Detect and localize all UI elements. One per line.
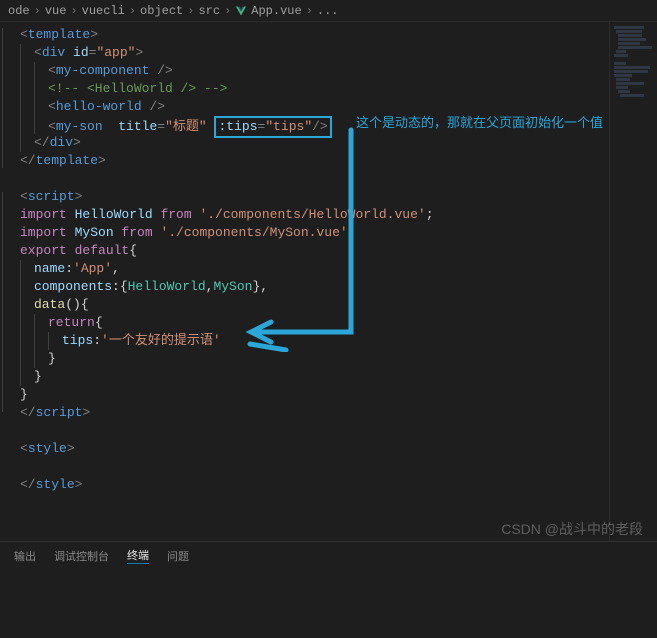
code-line[interactable]: <!-- <HelloWorld /> --> xyxy=(20,80,609,98)
breadcrumb-item[interactable]: vuecli xyxy=(82,4,125,18)
minimap[interactable] xyxy=(609,22,657,541)
code-line[interactable]: tips:'一个友好的提示语' xyxy=(20,332,609,350)
code-line[interactable]: <my-component /> xyxy=(20,62,609,80)
code-line[interactable]: export default{ xyxy=(20,242,609,260)
code-line[interactable]: <template> xyxy=(20,26,609,44)
code-line[interactable]: import HelloWorld from './components/Hel… xyxy=(20,206,609,224)
code-line[interactable]: </script> xyxy=(20,404,609,422)
code-line[interactable]: } xyxy=(20,350,609,368)
code-editor[interactable]: <template><div id="app"><my-component />… xyxy=(6,22,609,541)
panel-tab-output[interactable]: 输出 xyxy=(14,548,36,564)
annotation-text: 这个是动态的，那就在父页面初始化一个值 xyxy=(356,114,603,132)
code-line[interactable]: } xyxy=(20,368,609,386)
code-line[interactable]: <script> xyxy=(20,188,609,206)
panel-tab-problems[interactable]: 问题 xyxy=(167,548,189,564)
breadcrumb-item[interactable]: src xyxy=(198,4,220,18)
breadcrumb-item[interactable]: ode xyxy=(8,4,30,18)
panel-tab-terminal[interactable]: 终端 xyxy=(127,547,149,564)
code-line[interactable]: name:'App', xyxy=(20,260,609,278)
panel-tab-debug[interactable]: 调试控制台 xyxy=(54,548,109,564)
breadcrumb[interactable]: ode› vue› vuecli› object› src› App.vue› … xyxy=(0,0,657,22)
code-line[interactable] xyxy=(20,458,609,476)
code-line[interactable]: import MySon from './components/MySon.vu… xyxy=(20,224,609,242)
code-line[interactable] xyxy=(20,170,609,188)
code-line[interactable]: <style> xyxy=(20,440,609,458)
code-line[interactable]: return{ xyxy=(20,314,609,332)
code-line[interactable]: </style> xyxy=(20,476,609,494)
code-line[interactable]: } xyxy=(20,386,609,404)
code-line[interactable] xyxy=(20,494,609,512)
code-line[interactable]: </template> xyxy=(20,152,609,170)
code-line[interactable]: <div id="app"> xyxy=(20,44,609,62)
code-line[interactable] xyxy=(20,422,609,440)
code-line[interactable]: data(){ xyxy=(20,296,609,314)
editor-area: <template><div id="app"><my-component />… xyxy=(0,22,657,541)
breadcrumb-item[interactable]: object xyxy=(140,4,183,18)
code-line[interactable]: components:{HelloWorld,MySon}, xyxy=(20,278,609,296)
breadcrumb-item[interactable]: ... xyxy=(317,4,339,18)
vue-file-icon xyxy=(235,5,247,17)
panel-tabs: 输出 调试控制台 终端 问题 xyxy=(0,541,657,569)
highlighted-prop: :tips="tips"/> xyxy=(214,116,331,138)
breadcrumb-sep: › xyxy=(34,4,41,18)
breadcrumb-item[interactable]: vue xyxy=(45,4,67,18)
watermark: CSDN @战斗中的老段 xyxy=(501,519,643,539)
breadcrumb-item[interactable]: App.vue xyxy=(251,4,301,18)
